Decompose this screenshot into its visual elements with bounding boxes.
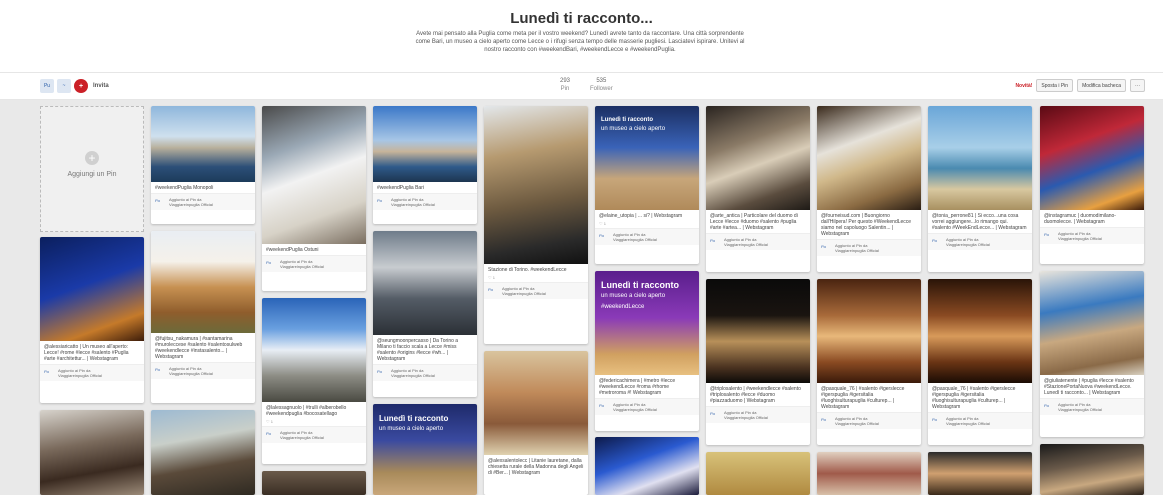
brand-logo-icon: Pu — [710, 410, 715, 416]
pin-image[interactable] — [151, 106, 255, 182]
brand-logo-icon: Pu — [155, 366, 160, 372]
pin-image[interactable] — [262, 298, 366, 402]
brand-logo-icon: Pu — [44, 368, 49, 374]
brand-logo-icon: Pu — [710, 237, 715, 243]
board-header: Lunedì ti racconto... Avete mai pensato … — [0, 0, 1163, 70]
pin-card[interactable]: @triplosalento | #weekendlecce #salento … — [706, 279, 810, 445]
pin-image[interactable] — [262, 106, 366, 244]
avatar[interactable]: Pu — [40, 79, 54, 93]
brand-logo-icon: Pu — [377, 197, 382, 203]
pin-card[interactable]: @fujitsu_nakamura | #santamarina #murole… — [151, 231, 255, 403]
pin-card[interactable]: @alessiaricatto | Un museo all'aperto: L… — [40, 237, 144, 403]
move-pins-button[interactable]: Sposta i Pin — [1036, 79, 1074, 92]
pin-image[interactable] — [373, 231, 477, 335]
pin-image[interactable] — [262, 471, 366, 495]
brand-logo-icon: Pu — [821, 416, 826, 422]
pin-card[interactable] — [262, 471, 366, 495]
pin-card[interactable]: #weekendPuglia Monopoli Pu Aggiunto ai Pi… — [151, 106, 255, 224]
board-toolbar: Pu ~ + Invita 293 Pin 535 Follower Novità!… — [0, 72, 1163, 100]
pin-image[interactable] — [595, 437, 699, 495]
pin-card[interactable]: Stazione di Torino. #weekendLecce ♡ 1 Pu… — [484, 106, 588, 344]
pin-image[interactable] — [1040, 106, 1144, 210]
invite-link[interactable]: Invita — [93, 83, 109, 89]
pin-card[interactable]: @pasquale_76 | #salento #igerslecce #ige… — [817, 279, 921, 445]
brand-logo-icon: Pu — [488, 286, 493, 292]
brand-logo-icon: Pu — [1044, 231, 1049, 237]
pin-image[interactable] — [706, 106, 810, 210]
pin-card[interactable]: @lalessagnuolo | #trulli #alberobello #w… — [262, 298, 366, 464]
pin-image[interactable] — [1040, 444, 1144, 495]
board-actions: Novità! Sposta i Pin Modifica bacheca ··… — [1015, 79, 1145, 92]
pin-card[interactable]: @tonia_perrone81 | Si ecco...una cosa vo… — [928, 106, 1032, 272]
brand-logo-icon: Pu — [599, 232, 604, 238]
pin-image[interactable] — [1040, 271, 1144, 375]
brand-logo-icon: Pu — [599, 402, 604, 408]
pin-image[interactable] — [151, 231, 255, 333]
edit-board-button[interactable]: Modifica bacheca — [1077, 79, 1126, 92]
followers-count[interactable]: 535 Follower — [590, 77, 613, 93]
new-badge: Novità! — [1015, 82, 1033, 89]
pin-card[interactable]: Lunedì ti racconto un museo a cielo apert… — [595, 271, 699, 431]
board-description: Avete mai pensato alla Puglia come meta … — [415, 31, 745, 53]
pin-card[interactable] — [817, 452, 921, 495]
pin-card[interactable]: @alexsalentolecc | Litanie lauretane, da… — [484, 351, 588, 495]
brand-logo-icon: Pu — [266, 430, 271, 436]
brand-logo-icon: Pu — [155, 197, 160, 203]
pin-card[interactable]: @arte_antica | Particolare del duomo di … — [706, 106, 810, 272]
add-pin-button[interactable]: + Aggiungi un Pin — [40, 106, 144, 232]
plus-icon: + — [85, 151, 99, 165]
brand-logo-icon: Pu — [266, 259, 271, 265]
pin-image[interactable] — [817, 452, 921, 495]
board-title: Lunedì ti racconto... — [510, 10, 653, 27]
pin-card[interactable] — [151, 410, 255, 495]
collaborators: Pu ~ + Invita — [40, 79, 109, 93]
board-stats: 293 Pin 535 Follower — [560, 77, 613, 93]
pin-card[interactable]: @seungmoonpercasso | Da Torino a Milano … — [373, 231, 477, 397]
brand-logo-icon: Pu — [932, 237, 937, 243]
pin-card[interactable]: #weekendPuglia Bari Pu Aggiunto ai Pin da… — [373, 106, 477, 224]
pin-image[interactable] — [151, 410, 255, 495]
pin-image[interactable]: Lunedì ti racconto un museo a cielo apert… — [595, 106, 699, 210]
pin-image[interactable] — [928, 452, 1032, 495]
pin-card[interactable] — [595, 437, 699, 495]
pin-card[interactable]: #weekendPuglia Ostuni Pu Aggiunto ai Pin … — [262, 106, 366, 291]
pin-card[interactable] — [40, 410, 144, 495]
brand-logo-icon: Pu — [932, 416, 937, 422]
pin-image[interactable] — [373, 106, 477, 182]
pin-card[interactable]: Lunedì ti racconto un museo a cielo apert… — [595, 106, 699, 264]
pin-image[interactable] — [484, 106, 588, 264]
pin-card[interactable]: @pasquale_76 | #salento #igerslecce #ige… — [928, 279, 1032, 445]
pin-card[interactable] — [1040, 444, 1144, 495]
brand-logo-icon: Pu — [377, 368, 382, 374]
brand-logo-icon: Pu — [1044, 402, 1049, 408]
pin-card[interactable]: Lunedì ti racconto un museo a cielo apert… — [373, 404, 477, 495]
pin-image[interactable]: Lunedì ti racconto un museo a cielo apert… — [595, 271, 699, 375]
pin-image[interactable] — [706, 279, 810, 383]
pin-image[interactable] — [817, 279, 921, 383]
pin-image[interactable] — [40, 237, 144, 341]
avatar[interactable]: ~ — [57, 79, 71, 93]
pin-card[interactable]: @giuliatenente | #puglia #lecce #salento… — [1040, 271, 1144, 437]
pin-card[interactable]: @fourneisud.com | Buongiorno dall'Hilper… — [817, 106, 921, 272]
pin-image[interactable] — [40, 410, 144, 495]
pin-image[interactable] — [928, 106, 1032, 210]
brand-logo-icon: Pu — [821, 243, 826, 249]
more-button[interactable]: ··· — [1130, 79, 1145, 92]
pin-image[interactable] — [928, 279, 1032, 383]
pin-card[interactable] — [706, 452, 810, 495]
add-collaborator-icon[interactable]: + — [74, 79, 88, 93]
pin-image[interactable]: Lunedì ti racconto un museo a cielo apert… — [373, 404, 477, 495]
pin-image[interactable] — [706, 452, 810, 495]
pin-card[interactable] — [928, 452, 1032, 495]
pins-count[interactable]: 293 Pin — [560, 77, 570, 93]
pin-image[interactable] — [484, 351, 588, 455]
pin-card[interactable]: @instagramuc | duomodimilano-duomolecce.… — [1040, 106, 1144, 264]
pin-image[interactable] — [817, 106, 921, 210]
